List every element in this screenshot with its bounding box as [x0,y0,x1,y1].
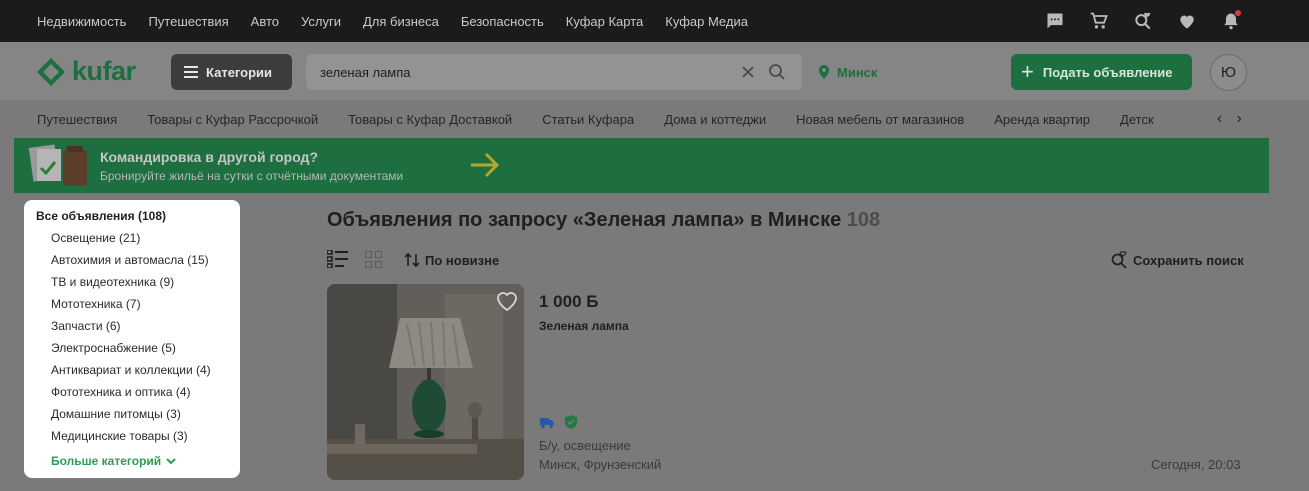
post-ad-button[interactable]: + Подать объявление [1011,54,1192,90]
logo-mark-icon [37,57,65,86]
page-title: Объявления по запросу «Зеленая лампа» в … [327,209,880,232]
search-box [306,54,802,90]
save-search-button[interactable]: Сохранить поиск [1110,251,1244,269]
listing-condition: Б/у, освещение [539,438,631,453]
top-nav-item[interactable]: Безопасность [461,14,544,29]
city-selector[interactable]: Минск [816,64,877,80]
category-link[interactable]: Антиквариат и коллекции (4) [51,364,240,386]
subnav-item[interactable]: Товары с Куфар Рассрочкой [147,112,318,127]
lamp-photo-image [327,284,524,480]
category-link[interactable]: Освещение (21) [51,232,240,254]
banner-subtitle: Бронируйте жильё на сутки с отчётными до… [100,169,404,183]
categories-label: Категории [206,64,273,80]
category-link[interactable]: Запчасти (6) [51,320,240,342]
menu-icon [184,63,198,81]
saved-search-icon[interactable] [1133,11,1153,31]
list-view-icon[interactable] [327,250,349,268]
bell-icon[interactable] [1221,10,1241,31]
kufar-logo[interactable]: kufar [36,56,136,87]
sort-selector[interactable]: По новизне [404,252,499,268]
category-link[interactable]: Фототехника и оптика (4) [51,386,240,408]
favorite-heart-icon[interactable] [495,290,519,312]
cart-icon[interactable] [1089,11,1109,31]
top-nav-item[interactable]: Куфар Медиа [665,14,748,29]
subnav-item[interactable]: Аренда квартир [994,112,1090,127]
top-nav-item[interactable]: Для бизнеса [363,14,439,29]
subnav-item[interactable]: Товары с Куфар Доставкой [348,112,512,127]
clear-icon[interactable] [740,64,756,80]
listing-price: 1 000 Б [539,292,599,311]
delivery-truck-icon [540,418,554,429]
category-link[interactable]: Автохимия и автомасла (15) [51,254,240,276]
top-nav-item[interactable]: Путешествия [148,14,228,29]
listing-location: Минск, Фрунзенский [539,457,662,472]
listing-badges [539,414,587,430]
chat-icon[interactable] [1045,11,1065,31]
subnav-arrows: ‹ › [1203,110,1242,128]
promo-banner[interactable]: Командировка в другой город? Бронируйте … [14,138,1269,193]
banner-title: Командировка в другой город? [100,149,318,165]
subnav-item[interactable]: Новая мебель от магазинов [796,112,964,127]
category-subnav: Путешествия Товары с Куфар Рассрочкой То… [0,100,1309,138]
save-search-icon [1111,251,1127,269]
save-search-label: Сохранить поиск [1133,252,1244,268]
documents-illustration-icon [28,144,87,186]
search-input[interactable] [320,54,720,90]
top-nav-item[interactable]: Куфар Карта [566,14,643,29]
category-filter-panel: Все объявления (108) Освещение (21) Авто… [24,200,240,478]
subnav-items: Путешествия Товары с Куфар Рассрочкой То… [37,100,1217,138]
subnav-item[interactable]: Дома и коттеджи [664,112,766,127]
avatar[interactable]: Ю [1210,54,1247,91]
heart-icon[interactable] [1177,11,1197,31]
plus-icon: + [1021,59,1034,84]
grid-view-icon[interactable] [365,251,382,268]
category-link[interactable]: Домашние питомцы (3) [51,408,240,430]
all-ads-link[interactable]: Все объявления (108) [36,210,240,232]
listing-time: Сегодня, 20:03 [1151,457,1241,472]
notification-badge [1235,10,1241,16]
chevron-down-icon [166,458,176,465]
post-ad-label: Подать объявление [1042,64,1173,80]
category-link[interactable]: ТВ и видеотехника (9) [51,276,240,298]
categories-button[interactable]: Категории [171,54,292,90]
city-label: Минск [837,64,878,80]
subnav-item[interactable]: Путешествия [37,112,117,127]
sort-label: По новизне [425,252,500,268]
logo-text: kufar [72,56,136,86]
category-link[interactable]: Электроснабжение (5) [51,342,240,364]
location-pin-icon [819,65,829,79]
category-link[interactable]: Медицинские товары (3) [51,430,240,452]
subnav-item[interactable]: Статьи Куфара [542,112,634,127]
results-title-text: Объявления по запросу «Зеленая лампа» в … [327,209,842,231]
search-icon[interactable] [768,63,786,81]
verified-shield-icon [565,415,577,429]
subnav-item[interactable]: Детск [1120,112,1154,127]
top-nav-item[interactable]: Авто [251,14,279,29]
results-count: 108 [846,209,881,231]
listing-photo[interactable] [327,284,524,480]
category-link[interactable]: Мототехника (7) [51,298,240,320]
more-categories-link[interactable]: Больше категорий [51,454,240,468]
header: kufar Категории Минск + Подать объявлени… [0,42,1309,100]
top-bar: Недвижимость Путешествия Авто Услуги Для… [0,0,1309,42]
chevron-left-icon[interactable]: ‹ [1217,110,1222,128]
top-nav: Недвижимость Путешествия Авто Услуги Для… [37,0,770,42]
top-nav-item[interactable]: Недвижимость [37,14,126,29]
sort-icon [404,252,420,268]
top-icons [1021,0,1241,42]
more-categories-label: Больше категорий [51,454,162,468]
arrow-right-icon [471,152,500,178]
chevron-right-icon[interactable]: › [1236,110,1241,128]
top-nav-item[interactable]: Услуги [301,14,341,29]
listing-title[interactable]: Зеленая лампа [539,319,629,333]
